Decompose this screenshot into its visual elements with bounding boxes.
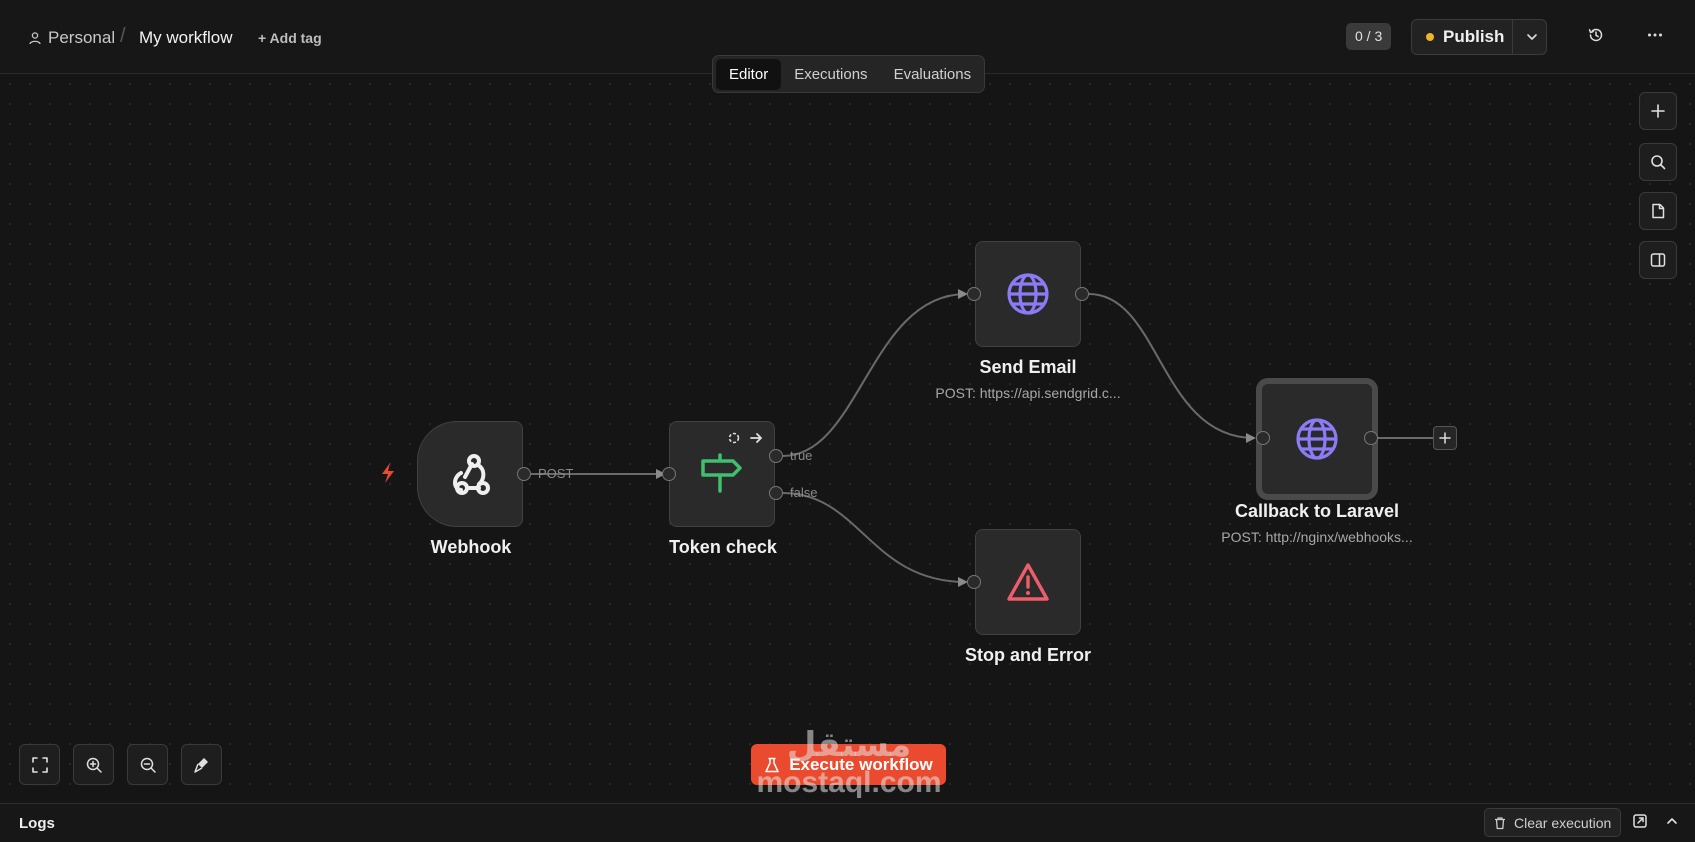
node-toolbar-open-icon[interactable] — [727, 431, 741, 445]
zoom-out-button[interactable] — [127, 744, 168, 785]
publish-label: Publish — [1443, 27, 1505, 46]
add-node-button[interactable] — [1639, 92, 1677, 130]
user-icon — [29, 32, 41, 45]
tidy-up-button[interactable] — [181, 744, 222, 785]
edge-label-true: true — [790, 448, 813, 463]
node-callback-title: Callback to Laravel — [1234, 501, 1400, 521]
node-callback-subtitle: POST: http://nginx/webhooks... — [1221, 529, 1413, 545]
clear-execution-label: Clear execution — [1514, 814, 1612, 831]
node-send-email[interactable] — [975, 241, 1081, 347]
logs-title: Logs — [19, 815, 55, 832]
callback-output-port[interactable] — [1364, 431, 1378, 445]
fit-view-icon — [31, 756, 48, 773]
tab-evaluations[interactable]: Evaluations — [881, 59, 985, 90]
node-stop-and-error-title: Stop and Error — [964, 645, 1091, 665]
chevron-down-icon[interactable] — [1524, 29, 1540, 45]
callback-input-port[interactable] — [1256, 431, 1270, 445]
watermark-arabic: مستقل — [786, 726, 912, 764]
token-check-true-port[interactable] — [769, 449, 783, 463]
toggle-panel-button[interactable] — [1639, 241, 1677, 279]
search-icon — [1651, 155, 1666, 170]
fit-view-button[interactable] — [19, 744, 60, 785]
node-token-check-title: Token check — [669, 537, 777, 557]
warning-icon — [1007, 563, 1049, 601]
token-check-false-port[interactable] — [769, 486, 783, 500]
send-email-input-port[interactable] — [967, 287, 981, 301]
breadcrumb-separator: / — [120, 25, 126, 47]
add-next-node-button[interactable] — [1433, 426, 1457, 450]
signpost-icon — [701, 453, 742, 493]
trigger-bolt-icon — [382, 463, 394, 483]
node-toolbar-arrow-icon[interactable] — [749, 431, 763, 445]
token-check-input-port[interactable] — [662, 467, 676, 481]
publish-status-dot — [1426, 33, 1434, 41]
node-callback-to-laravel[interactable] — [1256, 378, 1378, 500]
sticky-note-icon — [1652, 203, 1665, 219]
plus-icon — [1439, 432, 1451, 444]
globe-icon — [1007, 273, 1049, 315]
webhook-output-port[interactable] — [517, 467, 531, 481]
node-send-email-title: Send Email — [979, 357, 1077, 377]
zoom-in-button[interactable] — [73, 744, 114, 785]
pop-out-icon[interactable] — [1632, 813, 1648, 829]
search-nodes-button[interactable] — [1639, 143, 1677, 181]
tab-executions[interactable]: Executions — [781, 59, 880, 90]
webhook-icon — [453, 454, 490, 495]
tab-editor[interactable]: Editor — [716, 58, 782, 90]
view-tabs: Editor Executions Evaluations — [712, 55, 985, 93]
publish-divider — [1512, 20, 1513, 54]
node-webhook[interactable] — [417, 421, 523, 527]
edge-label-post: POST — [538, 466, 574, 481]
stop-error-input-port[interactable] — [967, 575, 981, 589]
globe-icon — [1296, 418, 1338, 460]
logs-panel-bar[interactable]: Logs Clear execution — [0, 803, 1695, 842]
watermark: مستقل mostaql.com — [744, 728, 954, 798]
more-icon[interactable] — [1646, 26, 1664, 44]
history-icon[interactable] — [1587, 26, 1605, 44]
chevron-up-icon[interactable] — [1664, 813, 1680, 829]
node-send-email-subtitle: POST: https://api.sendgrid.c... — [935, 385, 1121, 401]
breadcrumb-project-label: Personal — [48, 28, 116, 47]
watermark-latin: mostaql.com — [756, 766, 942, 799]
plus-icon — [1651, 104, 1665, 118]
node-stop-and-error[interactable] — [975, 529, 1081, 635]
edge-label-false: false — [790, 485, 818, 500]
version-counter-badge: 0 / 3 — [1346, 23, 1392, 50]
node-webhook-title: Webhook — [430, 537, 512, 557]
panel-icon — [1650, 253, 1666, 267]
zoom-in-icon — [86, 757, 102, 773]
zoom-out-icon — [140, 757, 156, 773]
send-email-output-port[interactable] — [1075, 287, 1089, 301]
breadcrumb-project[interactable]: Personal — [28, 28, 115, 48]
add-sticky-note-button[interactable] — [1639, 192, 1677, 230]
publish-button[interactable]: Publish — [1411, 19, 1547, 55]
trash-icon — [1495, 816, 1505, 829]
clear-execution-button[interactable]: Clear execution — [1484, 808, 1622, 837]
add-tag-button[interactable]: + Add tag — [258, 30, 322, 46]
tidy-up-icon — [193, 757, 208, 773]
workflow-title[interactable]: My workflow — [139, 28, 233, 48]
